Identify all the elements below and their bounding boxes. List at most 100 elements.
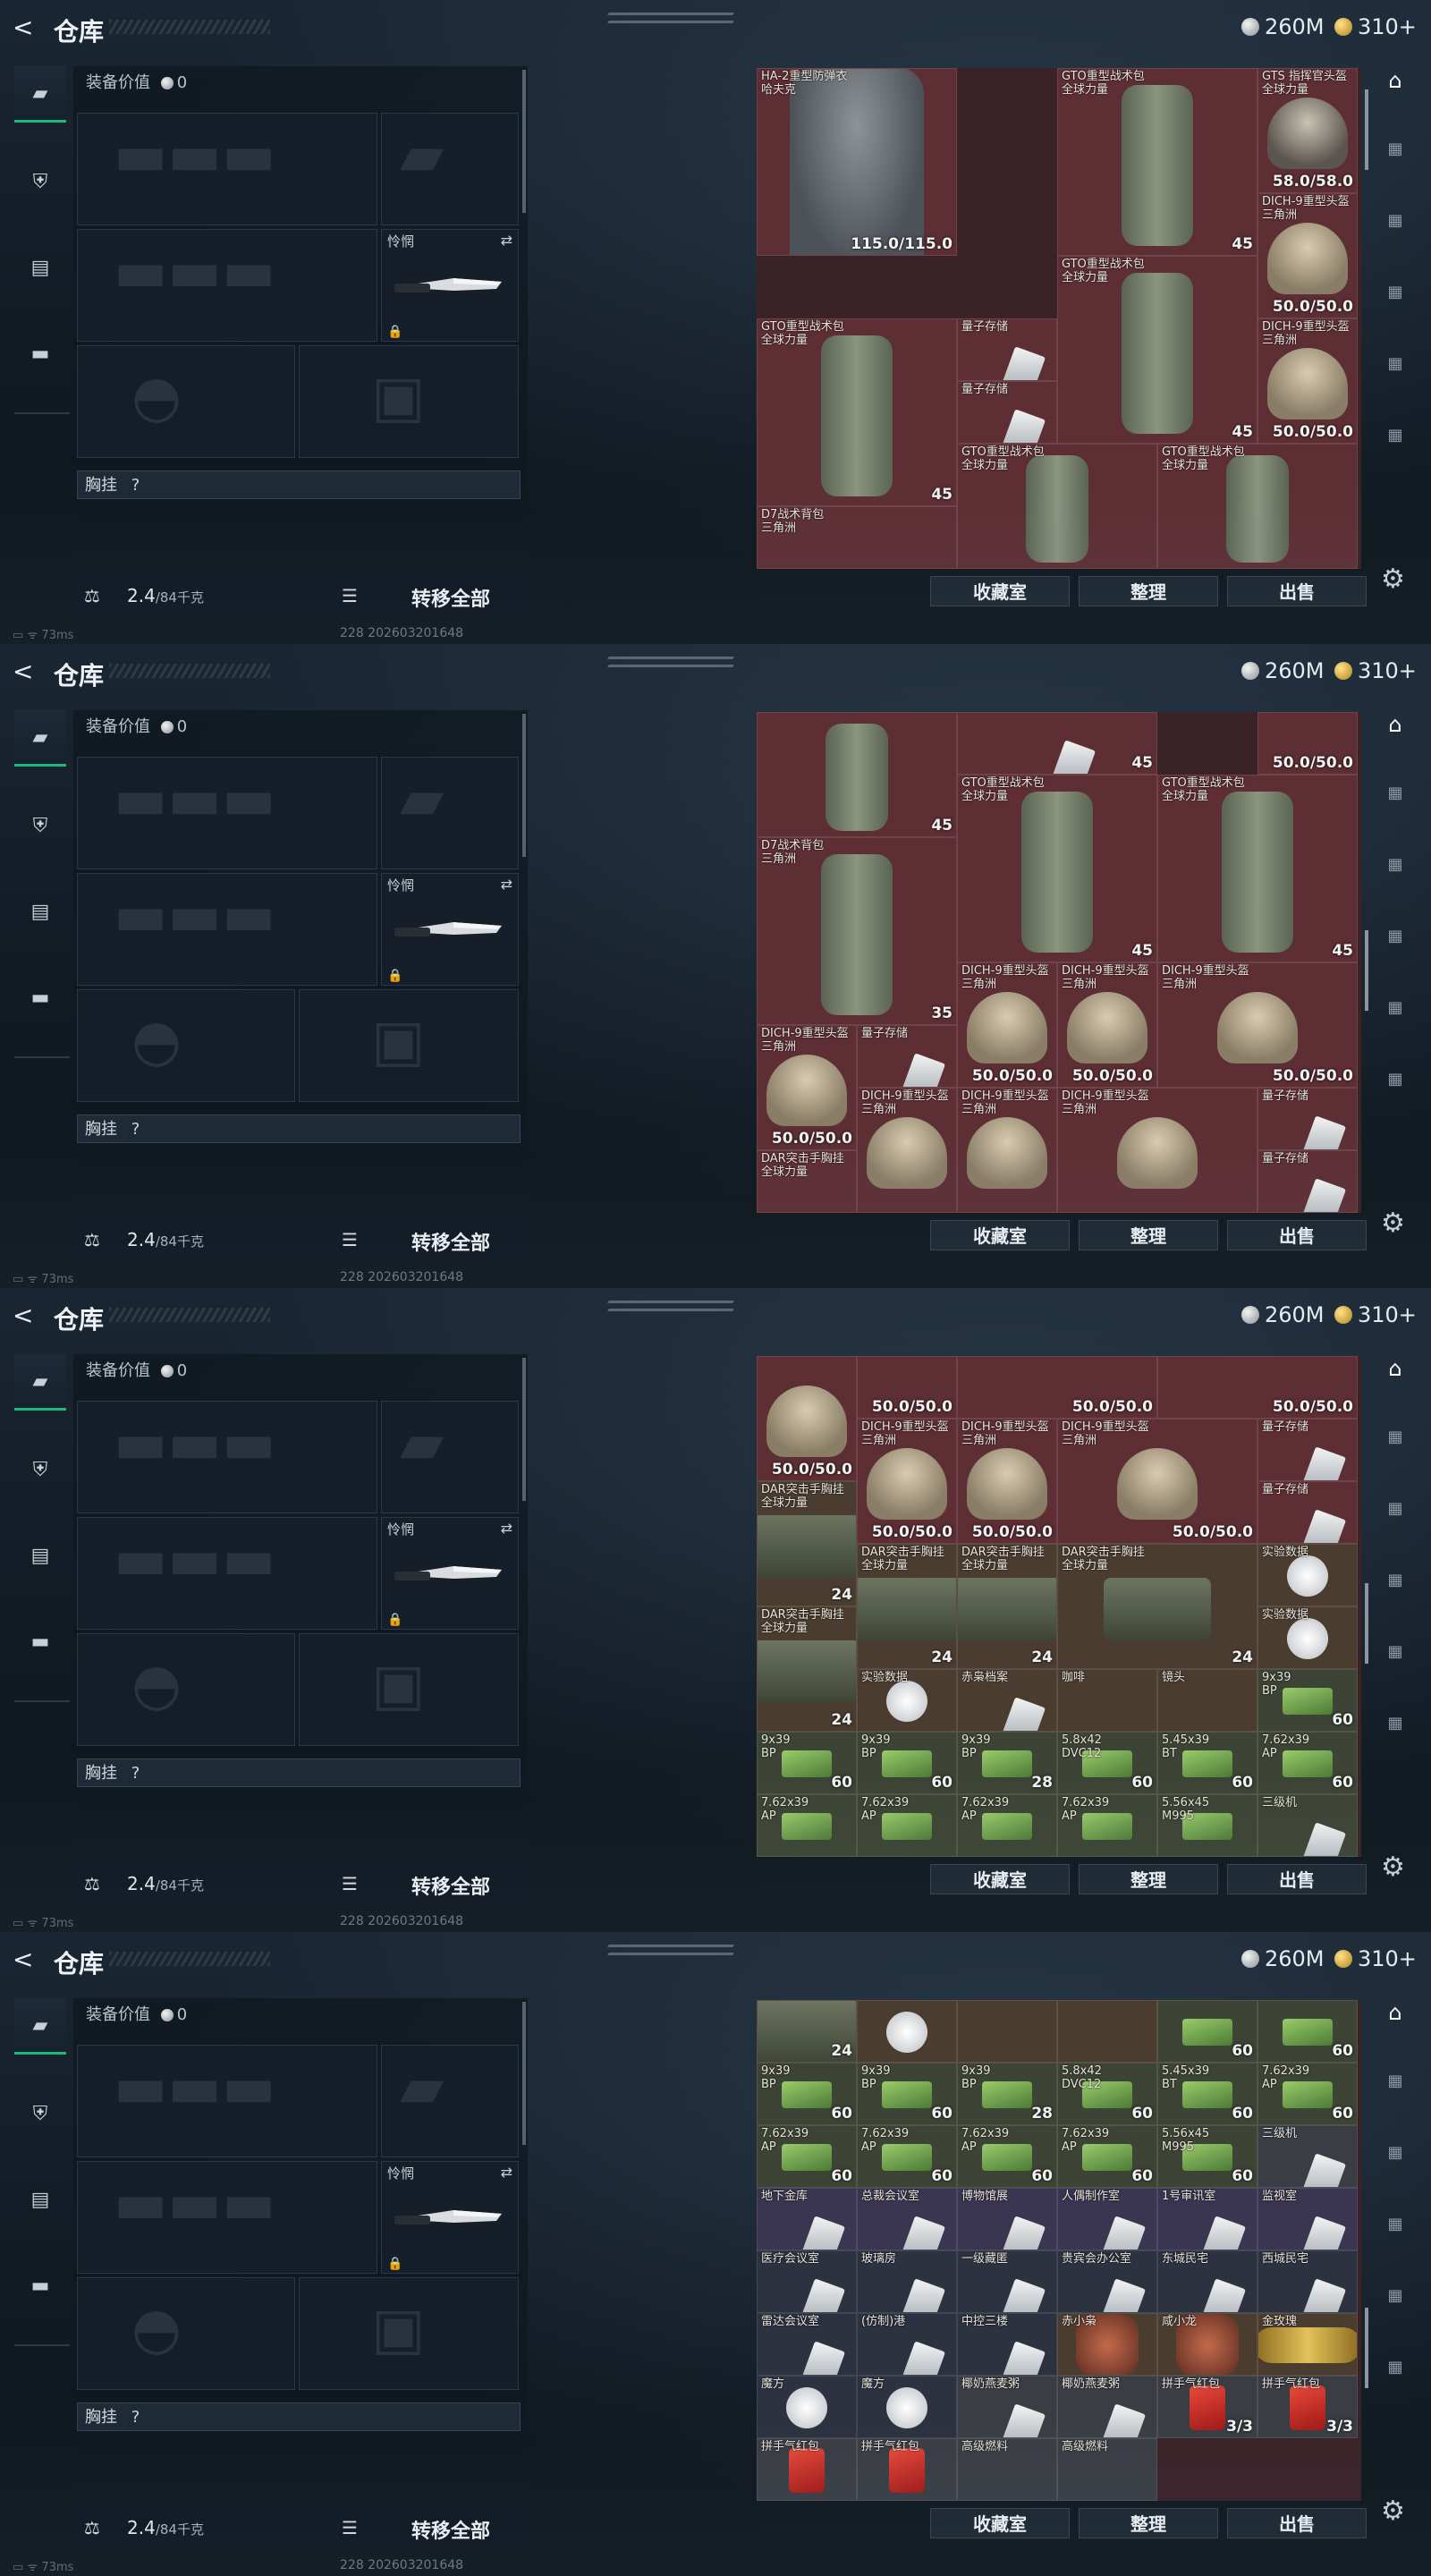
inventory-item[interactable]: DAR突击手胸挂 全球力量 24 (757, 1606, 857, 1732)
sort-button[interactable]: 整理 (1079, 1864, 1218, 1894)
helmet-slot[interactable]: ◓ (77, 345, 295, 458)
sell-button[interactable]: 出售 (1227, 1864, 1367, 1894)
list-icon[interactable]: ☰ (342, 1873, 358, 1894)
inventory-item[interactable]: DICH-9重型头盔 三角洲 50.0/50.0 (857, 1419, 957, 1544)
collection-room-button[interactable]: 收藏室 (930, 576, 1070, 606)
inventory-item[interactable]: DAR突击手胸挂 全球力量 24 (757, 1481, 857, 1606)
storage-tab-icon[interactable]: ▦ (1377, 211, 1413, 242)
inventory-item[interactable]: 7.62x39 AP (857, 1794, 957, 1857)
storage-tab-icon[interactable]: ▦ (1377, 998, 1413, 1029)
inventory-item[interactable]: 9x39 BP 28 (957, 1732, 1057, 1794)
inventory-item[interactable]: DICH-9重型头盔 三角洲 50.0/50.0 (957, 962, 1057, 1088)
inventory-item[interactable]: GTO重型战术包 全球力量 45 (757, 318, 957, 506)
inventory-item[interactable]: DICH-9重型头盔 三角洲 50.0/50.0 (1157, 962, 1358, 1088)
inventory-item[interactable]: 魔方 (857, 2376, 957, 2438)
inventory-item[interactable]: 监视室 (1257, 2188, 1358, 2250)
inventory-item[interactable]: (仿制)港 (857, 2313, 957, 2376)
inventory-item[interactable]: 拼手气红包 3/3 (1157, 2376, 1257, 2438)
inventory-item[interactable]: 地下金库 (757, 2188, 857, 2250)
inventory-item[interactable]: 椰奶燕麦粥 (1057, 2376, 1157, 2438)
nav-armor-tab[interactable]: ⛨ (14, 155, 66, 208)
inventory-item[interactable]: GTO重型战术包 全球力量 (1157, 444, 1358, 569)
inventory-item[interactable]: 椰奶燕麦粥 (957, 2376, 1057, 2438)
inventory-item[interactable]: 金玫瑰 (1257, 2313, 1358, 2376)
inventory-item[interactable]: DAR突击手胸挂 全球力量 24 (1057, 1544, 1257, 1669)
nav-weapon-tab[interactable]: ▰ (14, 66, 66, 123)
warehouse-scrollbar[interactable] (1365, 2308, 1368, 2388)
settings-gear-icon[interactable]: ⚙ (1381, 1208, 1405, 1239)
storage-tab-icon[interactable]: ▦ (1377, 1070, 1413, 1100)
sort-button[interactable]: 整理 (1079, 2508, 1218, 2538)
inventory-item[interactable]: 量子存储 (1257, 1088, 1358, 1150)
warehouse-grid[interactable]: 24 60 60 9x39 BP 60 9x39 BP 60 9x39 BP 28 5.8x42 DVC1… (757, 2000, 1361, 2501)
inventory-item[interactable]: 一级藏匿 (957, 2250, 1057, 2313)
inventory-item[interactable]: 拼手气红包 3/3 (1257, 2376, 1358, 2438)
chest-rig-slot[interactable]: 胸挂 ? (77, 1758, 521, 1787)
storage-tab-icon[interactable]: ▦ (1377, 2215, 1413, 2245)
nav-clipboard-tab[interactable]: ▤ (14, 241, 66, 294)
chest-rig-slot[interactable]: 胸挂 ? (77, 470, 521, 499)
storage-tab-icon[interactable]: ▦ (1377, 283, 1413, 313)
inventory-item[interactable]: 7.62x39 AP 60 (857, 2125, 957, 2188)
inventory-item[interactable]: 9x39 BP 60 (857, 2063, 957, 2125)
inventory-item[interactable]: 50.0/50.0 (957, 1356, 1157, 1419)
inventory-item[interactable]: D7战术背包 三角洲 35 (757, 837, 957, 1025)
inventory-item[interactable]: 60 (1257, 2000, 1358, 2063)
warehouse-scrollbar[interactable] (1365, 89, 1368, 170)
warehouse-grid[interactable]: HA-2重型防弹衣 哈夫克 115.0/115.0 GTO重型战术包 全球力量 45 GTS… (757, 68, 1361, 569)
storage-tab-icon[interactable]: ▦ (1377, 2072, 1413, 2102)
collection-room-button[interactable]: 收藏室 (930, 1864, 1070, 1894)
inventory-item[interactable]: 9x39 BP 60 (757, 2063, 857, 2125)
inventory-item[interactable]: 7.62x39 AP 60 (1257, 1732, 1358, 1794)
collection-room-button[interactable]: 收藏室 (930, 2508, 1070, 2538)
nav-weapon-tab[interactable]: ▰ (14, 1354, 66, 1411)
inventory-item[interactable]: 高级燃料 (957, 2438, 1057, 2501)
swap-icon[interactable]: ⇄ (501, 1520, 512, 1537)
inventory-item[interactable]: 东城民宅 (1157, 2250, 1257, 2313)
storage-tab-icon[interactable]: ▦ (1377, 2358, 1413, 2388)
inventory-item[interactable]: 高级燃料 (1057, 2438, 1157, 2501)
inventory-item[interactable]: 医疗会议室 (757, 2250, 857, 2313)
storage-tab-icon[interactable]: ▦ (1377, 1642, 1413, 1673)
storage-tab-icon[interactable]: ▦ (1377, 927, 1413, 957)
primary-weapon-slot[interactable]: ▬▬▬ (77, 113, 377, 225)
warehouse-tab-icon[interactable]: ⌂ (1377, 712, 1413, 742)
inventory-item[interactable]: 5.56x45 M995 (1157, 1794, 1257, 1857)
nav-weapon-tab[interactable]: ▰ (14, 1998, 66, 2055)
swap-icon[interactable]: ⇄ (501, 232, 512, 249)
secondary-weapon-slot[interactable]: ▬▬▬ (77, 1517, 377, 1630)
inventory-item[interactable]: HA-2重型防弹衣 哈夫克 115.0/115.0 (757, 68, 957, 256)
primary-weapon-slot[interactable]: ▬▬▬ (77, 757, 377, 869)
inventory-item[interactable]: DAR突击手胸挂 全球力量 24 (857, 1544, 957, 1669)
inventory-item[interactable]: 5.8x42 DVC12 60 (1057, 2063, 1157, 2125)
inventory-item[interactable]: 实验数据 (1257, 1606, 1358, 1669)
inventory-item[interactable]: 实验数据 (1257, 1544, 1358, 1606)
warehouse-tab-icon[interactable]: ⌂ (1377, 1356, 1413, 1386)
inventory-item[interactable]: 实验数据 (857, 1669, 957, 1732)
nav-weapon-tab[interactable]: ▰ (14, 710, 66, 767)
inventory-item[interactable]: 贵宾会办公室 (1057, 2250, 1157, 2313)
inventory-item[interactable]: 量子存储 (1257, 1150, 1358, 1213)
nav-briefcase-tab[interactable]: ▬ (14, 970, 66, 1024)
inventory-item[interactable]: 三级机 (1257, 1794, 1358, 1857)
melee-slot[interactable]: 怜惘 ⇄ 🔒 (381, 1517, 519, 1630)
swap-icon[interactable]: ⇄ (501, 876, 512, 893)
pistol-slot[interactable]: ▰ (381, 113, 519, 225)
inventory-item[interactable]: DAR突击手胸挂 全球力量 (757, 1150, 857, 1213)
melee-slot[interactable]: 怜惘 ⇄ 🔒 (381, 873, 519, 986)
primary-weapon-slot[interactable]: ▬▬▬ (77, 1401, 377, 1513)
transfer-all-button[interactable]: 转移全部 (411, 1871, 490, 1900)
inventory-item[interactable]: 博物馆展 (957, 2188, 1057, 2250)
inventory-item[interactable]: 7.62x39 AP 60 (1257, 2063, 1358, 2125)
inventory-item[interactable]: GTO重型战术包 全球力量 45 (1157, 775, 1358, 962)
inventory-item[interactable]: 量子存储 (1257, 1481, 1358, 1544)
storage-tab-icon[interactable]: ▦ (1377, 426, 1413, 456)
nav-briefcase-tab[interactable]: ▬ (14, 1614, 66, 1668)
chest-rig-slot[interactable]: 胸挂 ? (77, 2402, 521, 2431)
inventory-item[interactable]: 45 (957, 712, 1157, 775)
inventory-item[interactable]: 赤枭档案 (957, 1669, 1057, 1732)
inventory-item[interactable]: 60 (1157, 2000, 1257, 2063)
inventory-item[interactable]: 7.62x39 AP (957, 1794, 1057, 1857)
nav-armor-tab[interactable]: ⛨ (14, 799, 66, 852)
sell-button[interactable]: 出售 (1227, 2508, 1367, 2538)
